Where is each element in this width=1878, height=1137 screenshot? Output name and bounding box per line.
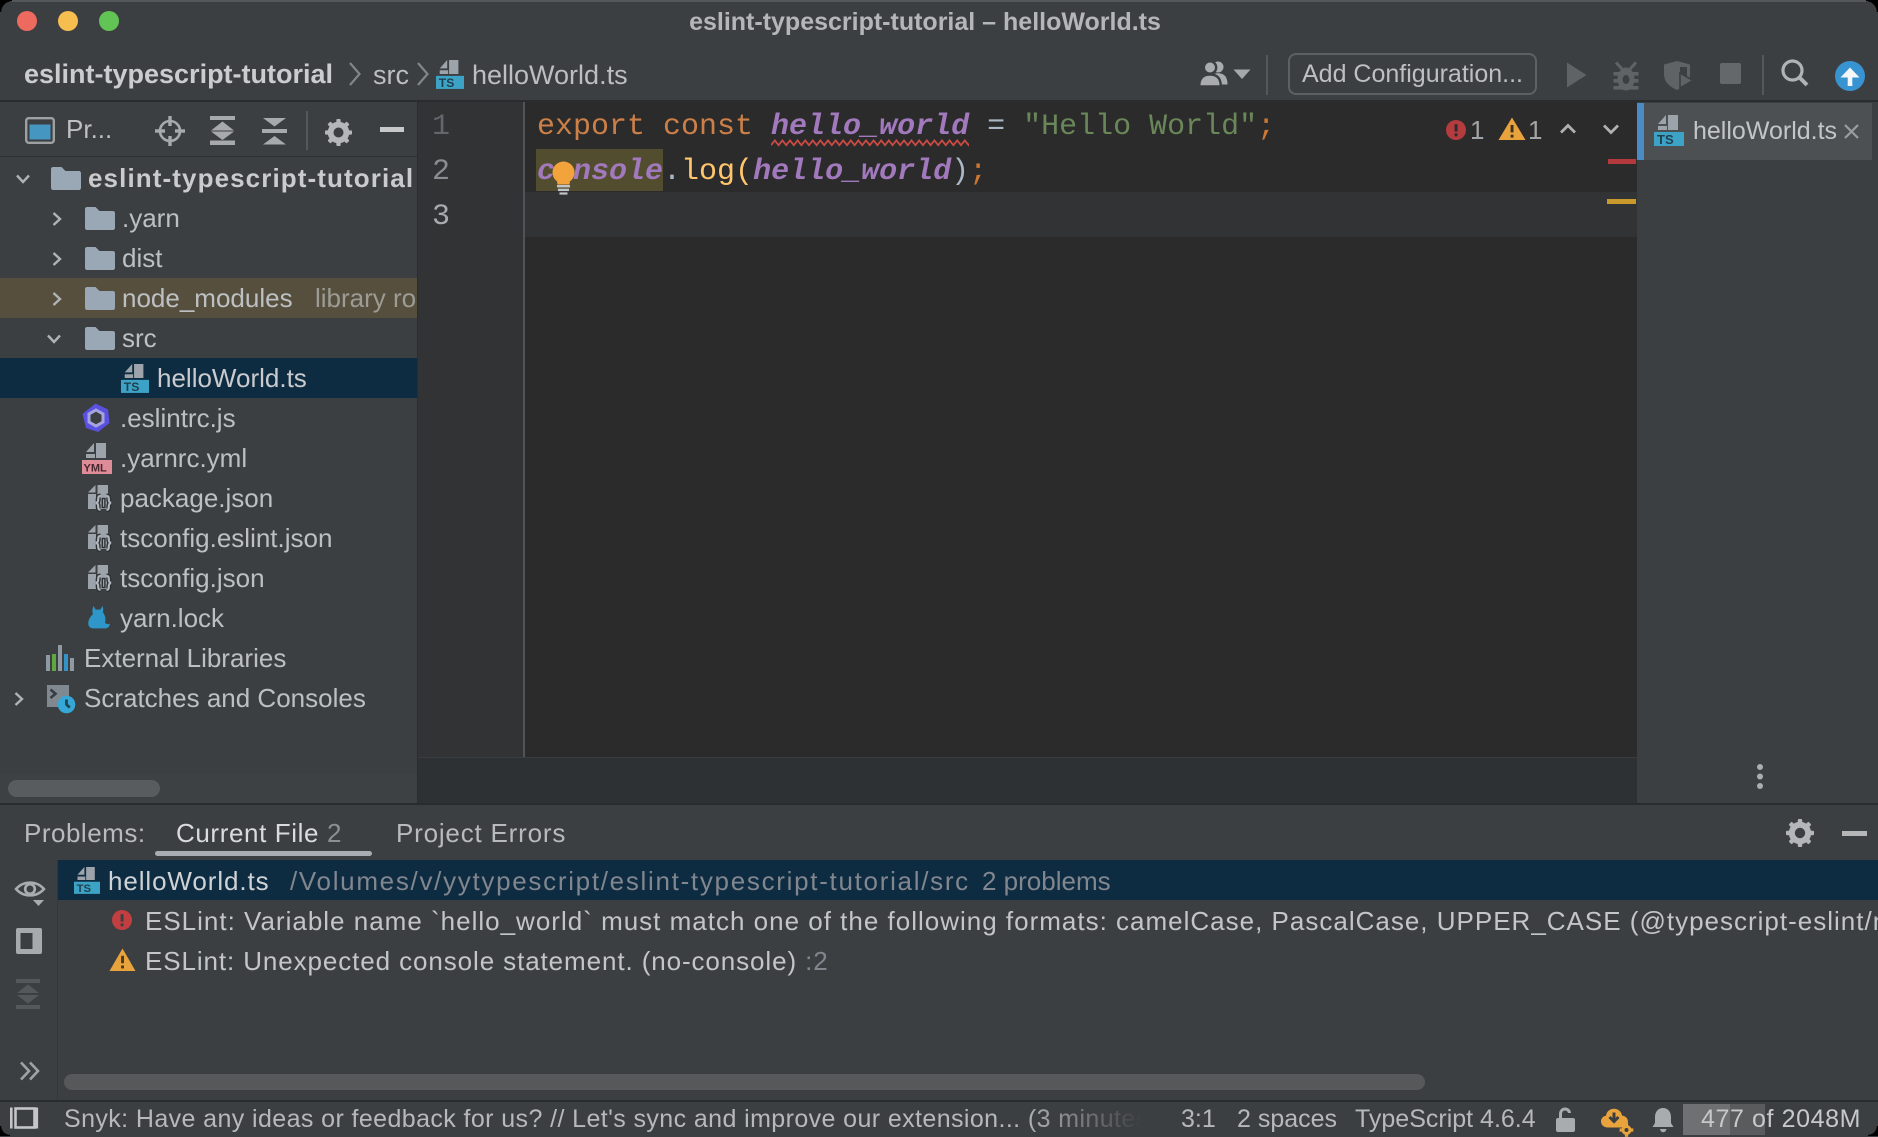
svg-text:TS: TS <box>77 883 92 894</box>
svg-text:TS: TS <box>124 380 140 394</box>
svg-text:TS: TS <box>1657 132 1674 146</box>
svg-text:YML: YML <box>84 463 108 475</box>
svg-text:TS: TS <box>439 76 455 89</box>
